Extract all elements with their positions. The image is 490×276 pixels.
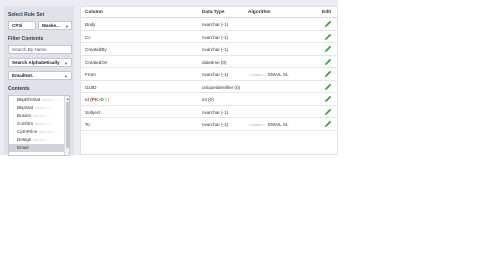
pencil-icon[interactable] (324, 120, 332, 128)
redaction-mark (33, 138, 54, 141)
list-item-label: Email (17, 145, 29, 150)
algorithm-header: Algorithm (248, 10, 271, 15)
table-row: From nvarchar (-1) EMAIL SL (81, 68, 337, 81)
redaction-mark (33, 114, 54, 117)
masking-select[interactable]: Maske... ▼ (38, 21, 72, 30)
rule-set-select[interactable]: CP3i (8, 21, 36, 30)
data-type: nvarchar (-1) (202, 122, 229, 127)
list-item-label: Confirm (17, 121, 34, 126)
data-type: nvarchar (-1) (202, 72, 229, 77)
column-name: To (85, 122, 90, 127)
algorithm-name: EMAIL SL (268, 122, 289, 127)
select-rule-set-title: Select Rule Set (8, 12, 45, 18)
table-row: CreatedBy nvarchar (-1) (81, 43, 337, 56)
column-name-cell: Id (PK ID I ) (85, 97, 109, 102)
chevron-down-icon: ▼ (65, 24, 69, 29)
table-header: Column Data Type Algorithm Edit (81, 7, 337, 18)
column-name: CreatedBy (85, 47, 107, 52)
redaction-mark (42, 98, 63, 101)
list-item-label: Design (17, 137, 32, 142)
chevron-down-icon: ▼ (64, 74, 68, 79)
pencil-icon[interactable] (324, 33, 332, 41)
data-type: nvarchar (-1) (202, 34, 229, 40)
table-row: CreatedOn datetime (0) (81, 56, 337, 68)
table-row: Subject nvarchar (-1) (81, 106, 337, 118)
primary-key-id-label: ID (99, 97, 104, 102)
list-item-label: Busine (17, 113, 32, 118)
pencil-icon[interactable] (324, 83, 332, 91)
table-row: GUID uniqueidentifier (0) (81, 81, 337, 93)
rule-set-select-value: CP3i (12, 23, 23, 28)
primary-key-end-label: I ) (105, 97, 110, 102)
column-name: Body (85, 22, 96, 27)
list-item[interactable]: CpmPrice (9, 128, 69, 136)
edit-header: Edit (322, 10, 332, 15)
masking-select-value: Maske... (42, 23, 60, 28)
type-select-value: EmailNot. (12, 73, 34, 78)
primary-key-label: (PK (90, 97, 99, 102)
contents-scrollbar[interactable]: ▲ (64, 96, 69, 155)
search-by-name-placeholder: Search By Name (12, 47, 47, 52)
algorithm-cell: EMAIL SL (248, 122, 289, 127)
pencil-icon[interactable] (324, 108, 332, 116)
column-name: Subject (85, 109, 101, 115)
sort-select[interactable]: Search Alphabetically ▼ (8, 58, 72, 67)
list-item-selected[interactable]: Email (9, 144, 69, 152)
table-row: Cc nvarchar (-1) (81, 31, 337, 43)
data-type: int (0) (202, 97, 214, 102)
list-item[interactable]: Design (9, 136, 69, 144)
algorithm-name: EMAIL SL (268, 72, 289, 77)
pencil-icon[interactable] (324, 95, 332, 103)
redaction-mark (35, 106, 56, 109)
data-type: uniqueidentifier (0) (202, 84, 241, 90)
app-window: Select Rule Set CP3i Maske... ▼ Filter C… (0, 0, 338, 156)
chevron-down-icon: ▼ (64, 61, 68, 66)
list-item-label: BkpStat (17, 105, 34, 110)
column-name: From (85, 72, 96, 77)
pencil-icon[interactable] (324, 58, 332, 66)
data-type: nvarchar (-1) (202, 109, 229, 115)
list-item[interactable]: Confirm (9, 120, 69, 128)
scroll-thumb[interactable] (66, 102, 69, 148)
column-name: Cc (85, 34, 91, 40)
list-item[interactable]: Busine (9, 112, 69, 120)
column-name: GUID (85, 84, 97, 90)
redaction-mark (248, 123, 266, 126)
algorithm-cell: EMAIL SL (248, 72, 289, 77)
data-type-header: Data Type (202, 10, 225, 15)
pencil-icon[interactable] (324, 70, 332, 78)
list-item-label: BkpEhrStat (17, 97, 41, 102)
table-row: Id (PK ID I ) int (0) (81, 93, 337, 106)
data-type: datetime (0) (202, 59, 227, 65)
data-type: nvarchar (-1) (202, 22, 229, 27)
contents-list[interactable]: BkpEhrStat BkpStat Busine Confirm CpmPri… (8, 95, 70, 156)
redaction-mark (35, 122, 56, 125)
redaction-mark (39, 130, 60, 133)
redaction-mark (248, 73, 266, 76)
search-by-name-input[interactable]: Search By Name (8, 45, 72, 54)
data-type: nvarchar (-1) (202, 47, 229, 52)
table-row: Body nvarchar (-1) (81, 18, 337, 31)
list-item-label: CpmPrice (17, 129, 38, 134)
scroll-up-icon[interactable]: ▲ (66, 97, 69, 101)
list-item[interactable]: BkpEhrStat (9, 96, 69, 104)
columns-table: Column Data Type Algorithm Edit Body nva… (80, 6, 338, 155)
column-header: Column (85, 10, 103, 15)
sort-select-value: Search Alphabetically (12, 60, 60, 65)
table-row: To nvarchar (-1) EMAIL SL (81, 118, 337, 131)
rule-set-select-row: CP3i Maske... ▼ (8, 21, 72, 30)
type-select[interactable]: EmailNot. ▼ (8, 71, 72, 80)
filter-contents-title: Filter Contents (8, 36, 44, 42)
column-name: CreatedOn (85, 59, 108, 65)
pencil-icon[interactable] (324, 45, 332, 53)
list-item[interactable]: BkpStat (9, 104, 69, 112)
column-name: Id (85, 97, 89, 102)
pencil-icon[interactable] (324, 20, 332, 28)
contents-title: Contents (8, 86, 30, 92)
